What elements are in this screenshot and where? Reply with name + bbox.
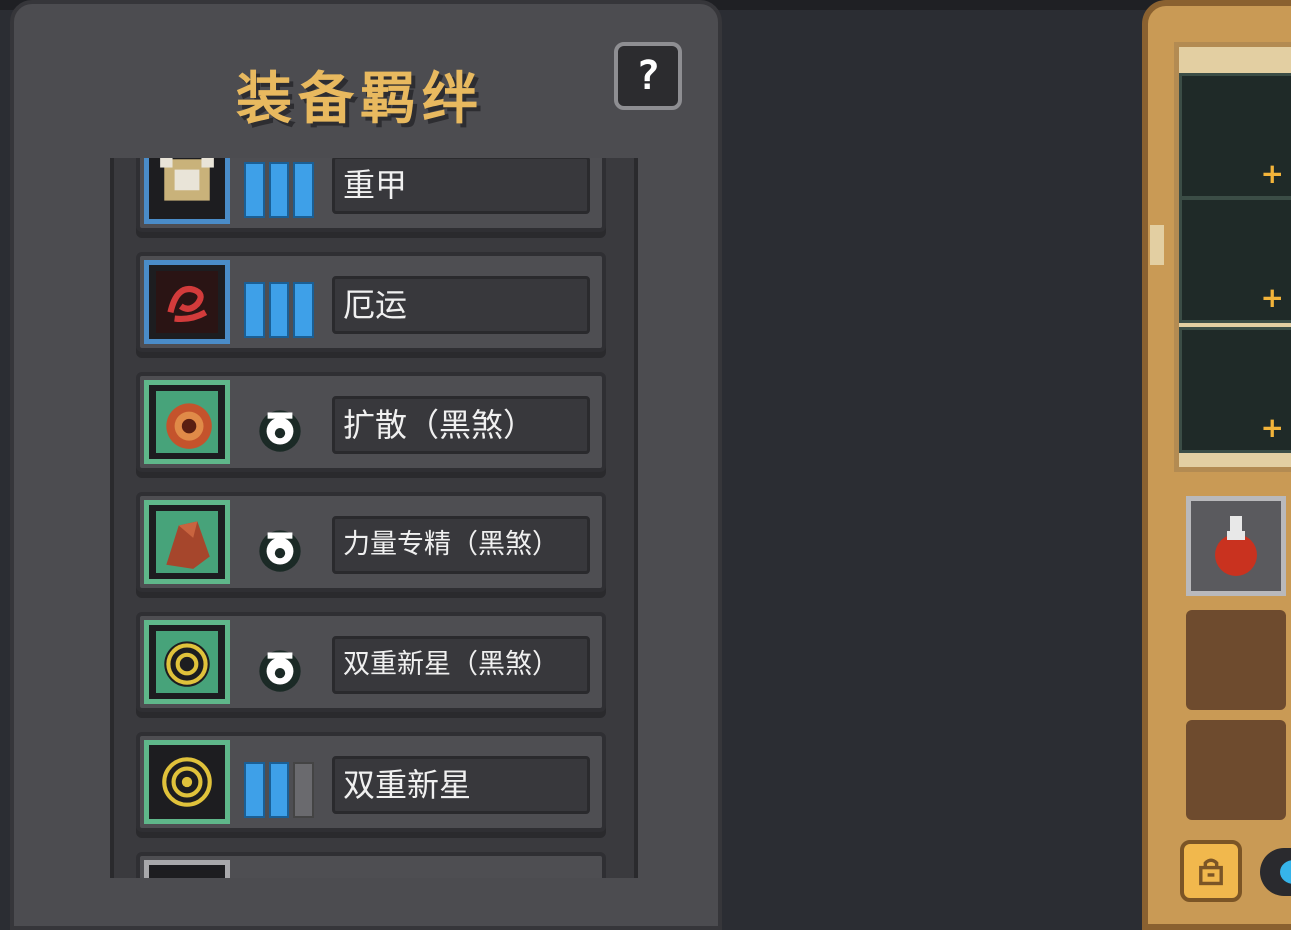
- plus-icon: +: [1260, 411, 1284, 444]
- equipment-slots: + + +: [1174, 42, 1291, 472]
- list-item[interactable]: [136, 852, 606, 878]
- panel-tab-arrow[interactable]: [1150, 225, 1164, 265]
- nova-icon: [144, 620, 230, 704]
- bonus-name: 双重新星（黑煞）: [332, 636, 590, 694]
- doom-icon: [144, 260, 230, 344]
- item-icon: [144, 860, 230, 878]
- panel-title: 装备羁绊: [236, 67, 484, 132]
- empty-slot[interactable]: [1186, 720, 1286, 820]
- help-button[interactable]: ?: [614, 42, 682, 110]
- spread-icon: [144, 380, 230, 464]
- level-meter: [244, 162, 315, 218]
- list-item[interactable]: 扩散（黑煞）: [136, 372, 606, 472]
- equipment-slot[interactable]: +: [1179, 197, 1291, 323]
- bonus-list[interactable]: 重甲 厄运 扩散（黑煞） 力量专精（黑煞） 双重新星（黑煞） 双重新星: [110, 158, 638, 878]
- list-item[interactable]: 双重新星（黑煞）: [136, 612, 606, 712]
- blue-gem-icon: [1280, 860, 1291, 884]
- plus-icon: +: [1260, 157, 1284, 190]
- help-icon: ?: [635, 53, 661, 99]
- set-bonus-panel: 装备羁绊 ? 重甲 厄运 扩散（黑煞） 力量专精（黑煞） 双重新星（黑煞） 双重…: [10, 0, 722, 930]
- level-meter: [244, 762, 315, 818]
- lock-button[interactable]: [1180, 840, 1242, 902]
- equipment-slot[interactable]: +: [1179, 73, 1291, 199]
- list-item[interactable]: 重甲: [136, 158, 606, 232]
- level-meter: [244, 282, 315, 338]
- list-item[interactable]: 双重新星: [136, 732, 606, 832]
- bonus-name: 厄运: [332, 276, 590, 334]
- potion-slot[interactable]: [1186, 496, 1286, 596]
- power-icon: [144, 500, 230, 584]
- bonus-name: 力量专精（黑煞）: [332, 516, 590, 574]
- bonus-name: 重甲: [332, 158, 590, 214]
- bonus-name: 扩散（黑煞）: [332, 396, 590, 454]
- potion-icon: [1215, 516, 1257, 576]
- nova-icon: [144, 740, 230, 824]
- bonus-name: 双重新星: [332, 756, 590, 814]
- equipment-slot[interactable]: +: [1179, 327, 1291, 453]
- demon-icon: [259, 650, 301, 692]
- lock-icon: [1199, 858, 1223, 886]
- plus-icon: +: [1260, 281, 1284, 314]
- list-item[interactable]: 厄运: [136, 252, 606, 352]
- list-item[interactable]: 力量专精（黑煞）: [136, 492, 606, 592]
- demon-icon: [259, 530, 301, 572]
- empty-slot[interactable]: [1186, 610, 1286, 710]
- demon-icon: [259, 410, 301, 452]
- armor-icon: [144, 158, 230, 224]
